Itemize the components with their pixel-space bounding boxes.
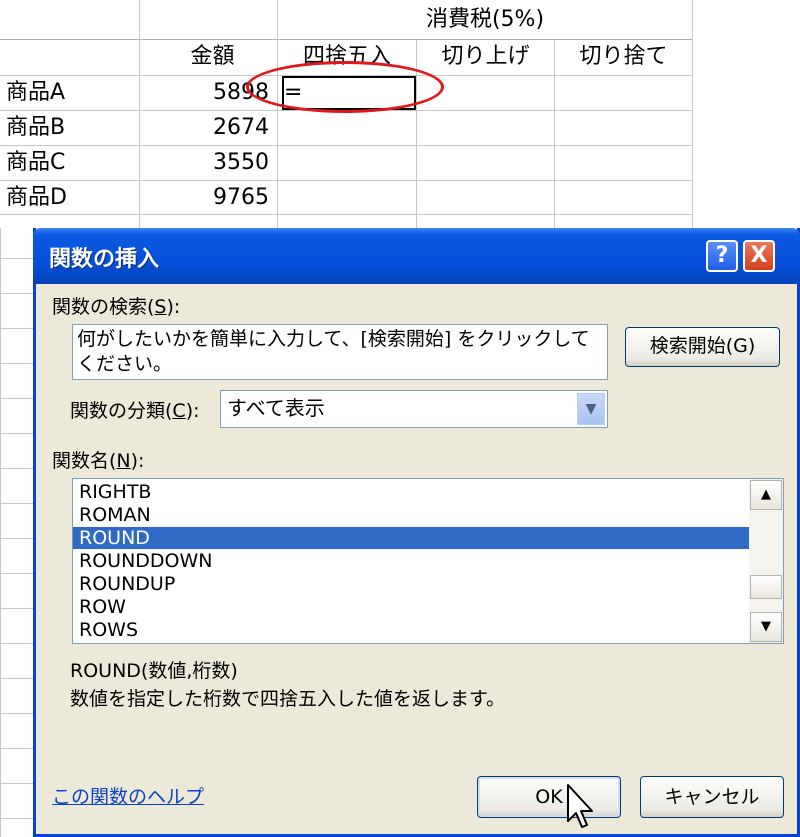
list-item[interactable]: ROUNDDOWN <box>73 550 749 572</box>
category-value: すべて表示 <box>227 396 325 420</box>
dialog-title: 関数の挿入 <box>49 247 160 272</box>
grid-line <box>0 433 33 434</box>
dropdown-arrow-icon[interactable]: ▼ <box>577 393 605 425</box>
list-item[interactable]: ROWS <box>73 619 749 641</box>
grid-line <box>0 538 33 539</box>
amount-header-cell[interactable]: 金額 <box>140 40 277 74</box>
grid-line <box>692 0 693 228</box>
category-label: 関数の分類(C): <box>70 400 200 422</box>
grid-line <box>0 783 33 784</box>
grid-line <box>0 228 1 837</box>
insert-function-dialog: 関数の挿入 ? X 関数の検索(S): 何がしたいかを簡単に入力して、[検索開始… <box>33 228 800 837</box>
cancel-button[interactable]: キャンセル <box>640 776 784 818</box>
close-button[interactable]: X <box>743 240 775 272</box>
mouse-pointer-icon <box>567 784 593 828</box>
function-help-link[interactable]: この関数のヘルプ <box>52 782 204 809</box>
grid-line <box>0 258 33 259</box>
grid-line <box>0 293 33 294</box>
list-item[interactable]: ROUNDUP <box>73 573 749 595</box>
list-scrollbar[interactable]: ▲ ▼ <box>749 479 783 643</box>
row-name-cell[interactable]: 商品B <box>6 111 139 145</box>
amount-cell[interactable]: 9765 <box>140 181 277 215</box>
category-select[interactable]: すべて表示 ▼ <box>220 390 608 428</box>
scroll-thumb[interactable] <box>750 575 782 599</box>
annotation-circle <box>246 61 444 113</box>
amount-cell[interactable]: 2674 <box>140 111 277 145</box>
help-button[interactable]: ? <box>706 240 738 272</box>
grid-line <box>0 818 33 819</box>
function-description: 数値を指定した桁数で四捨五入した値を返します。 <box>70 688 506 710</box>
scroll-down-icon[interactable]: ▼ <box>750 612 782 642</box>
list-item[interactable]: ROMAN <box>73 504 749 526</box>
ok-button[interactable]: OK <box>477 776 621 818</box>
row-name-cell[interactable]: 商品A <box>6 76 139 110</box>
list-item[interactable]: ROW <box>73 596 749 618</box>
grid-line <box>0 328 33 329</box>
function-names-label: 関数名(N): <box>52 450 145 472</box>
scroll-up-icon[interactable]: ▲ <box>750 480 782 510</box>
row-name-cell[interactable]: 商品C <box>6 146 139 180</box>
function-list[interactable]: RIGHTB ROMAN ROUND ROUNDDOWN ROUNDUP ROW… <box>72 478 784 644</box>
grid-line <box>0 468 33 469</box>
rounddown-header-cell[interactable]: 切り捨て <box>555 40 692 74</box>
tax-header-cell[interactable]: 消費税(5%) <box>278 3 692 37</box>
amount-cell[interactable]: 3550 <box>140 146 277 180</box>
roundup-header-cell[interactable]: 切り上げ <box>417 40 554 74</box>
search-label: 関数の検索(S): <box>52 296 181 318</box>
dialog-titlebar[interactable]: 関数の挿入 ? X <box>33 228 800 284</box>
list-item[interactable]: RIGHTB <box>73 481 749 503</box>
grid-line <box>0 363 33 364</box>
grid-line <box>0 503 33 504</box>
grid-line <box>0 398 33 399</box>
grid-line <box>0 678 33 679</box>
grid-line <box>0 713 33 714</box>
grid-line <box>0 608 33 609</box>
grid-line <box>0 748 33 749</box>
list-item-selected[interactable]: ROUND <box>73 527 749 549</box>
grid-line <box>0 573 33 574</box>
grid-line <box>0 643 33 644</box>
function-syntax: ROUND(数値,桁数) <box>70 660 238 682</box>
row-name-cell[interactable]: 商品D <box>6 181 139 215</box>
search-start-button[interactable]: 検索開始(G) <box>625 327 780 367</box>
function-search-input[interactable]: 何がしたいかを簡単に入力して、[検索開始] をクリックしてください。 <box>72 324 608 380</box>
